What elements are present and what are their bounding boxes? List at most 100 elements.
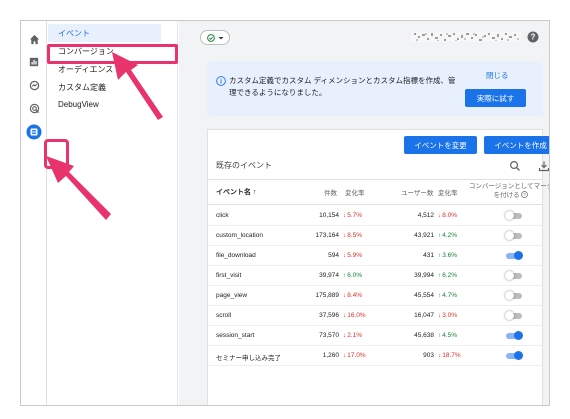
header-count-change[interactable]: 変化率 — [345, 187, 365, 197]
count-change-value: 6.0% — [347, 272, 363, 279]
event-name-cell[interactable]: custom_location — [216, 232, 263, 239]
nav-item-debugview[interactable]: DebugView — [58, 100, 99, 109]
users-cell: 903 — [423, 352, 434, 359]
create-event-button[interactable]: イベントを作成 — [484, 136, 549, 154]
notice-close-link[interactable]: 閉じる — [486, 70, 509, 81]
count-cell: 173,164 — [315, 232, 340, 239]
toggle-knob — [514, 251, 523, 260]
arrow-up-icon: ↑ — [438, 272, 442, 279]
conversion-toggle[interactable] — [505, 291, 522, 300]
main-content: ? カスタム定義でカスタム ディメンションとカスタム指標を作成、管理できるように… — [179, 21, 550, 405]
help-icon[interactable]: ? — [527, 31, 539, 43]
app-window: イベント コンバージョン オーディエンス カスタム定義 DebugView ? … — [20, 20, 550, 406]
count-change-value: 17.0% — [347, 352, 366, 359]
help-icon[interactable]: ? — [521, 191, 529, 198]
try-it-button[interactable]: 実際に試す — [465, 89, 526, 107]
toggle-knob — [514, 331, 523, 340]
svg-text:?: ? — [531, 33, 536, 42]
users-cell: 4,512 — [417, 212, 434, 219]
explore-icon[interactable] — [26, 77, 42, 93]
event-name-cell[interactable]: click — [216, 212, 229, 219]
redacted-account-name — [411, 32, 521, 42]
count-cell: 594 — [328, 252, 339, 259]
conversion-toggle[interactable] — [505, 211, 522, 220]
conversion-toggle[interactable] — [506, 251, 523, 260]
table-row[interactable]: scroll 37,596 ↓ 16.0% 16,047 ↓ 3.0% — [208, 306, 542, 326]
event-name-cell[interactable]: page_view — [216, 292, 247, 299]
header-count[interactable]: 件数 — [324, 187, 337, 197]
header-event-name[interactable]: イベント名 ↑ — [216, 187, 256, 197]
conversion-toggle[interactable] — [505, 271, 522, 280]
status-dropdown[interactable] — [200, 30, 230, 45]
table-row[interactable]: first_visit 39,974 ↑ 6.0% 39,994 ↑ 6.2% — [208, 266, 542, 286]
event-name-cell[interactable]: first_visit — [216, 272, 241, 279]
users-change-value: 6.2% — [442, 272, 458, 279]
count-change-cell: ↓ 5.7% — [343, 212, 362, 219]
event-name-cell[interactable]: file_download — [216, 252, 256, 259]
toggle-knob — [505, 271, 514, 280]
count-cell: 37,596 — [319, 312, 339, 319]
events-nav-highlight — [47, 44, 178, 64]
count-cell: 39,974 — [319, 272, 339, 279]
users-cell: 16,047 — [414, 312, 434, 319]
info-icon — [216, 76, 226, 86]
count-change-cell: ↓ 2.1% — [343, 332, 362, 339]
download-icon[interactable] — [538, 160, 550, 172]
users-change-value: 8.0% — [442, 212, 458, 219]
count-change-cell: ↓ 5.9% — [343, 252, 362, 259]
count-cell: 1,260 — [322, 352, 339, 359]
advertising-icon[interactable] — [26, 100, 42, 116]
count-change-cell: ↓ 17.0% — [343, 352, 366, 359]
conversion-toggle[interactable] — [506, 331, 523, 340]
table-row[interactable]: click 10,154 ↓ 5.7% 4,512 ↓ 8.0% — [208, 206, 542, 226]
users-change-value: 4.7% — [442, 292, 458, 299]
modify-event-button[interactable]: イベントを変更 — [404, 136, 477, 154]
nav-item-events[interactable]: イベント — [58, 28, 90, 39]
nav-item-audiences[interactable]: オーディエンス — [58, 64, 113, 75]
users-cell: 43,921 — [414, 232, 434, 239]
count-cell: 175,889 — [315, 292, 340, 299]
configure-icon[interactable] — [25, 123, 43, 141]
event-name-cell[interactable]: scroll — [216, 312, 231, 319]
table-row[interactable]: page_view 175,889 ↓ 8.4% 45,554 ↑ 4.7% — [208, 286, 542, 306]
count-change-cell: ↓ 8.5% — [343, 232, 362, 239]
arrow-up-icon: ↑ — [438, 332, 442, 339]
users-cell: 45,554 — [414, 292, 434, 299]
header-users-change[interactable]: 変化率 — [438, 187, 458, 197]
conversion-toggle[interactable] — [506, 351, 523, 360]
table-row[interactable]: セミナー申し込み完了 1,260 ↓ 17.0% 903 ↓ 18.7% — [208, 346, 542, 366]
users-change-value: 4.5% — [442, 332, 458, 339]
toggle-knob — [514, 351, 523, 360]
header-divider — [208, 204, 542, 205]
conversion-toggle[interactable] — [505, 311, 522, 320]
count-change-value: 8.4% — [347, 292, 363, 299]
arrow-down-icon: ↓ — [343, 232, 347, 239]
users-cell: 39,994 — [414, 272, 434, 279]
header-conversion: コンバージョンとしてマークを付ける ? — [466, 182, 549, 200]
users-cell: 431 — [423, 252, 434, 259]
users-change-value: 3.0% — [442, 312, 458, 319]
event-name-cell[interactable]: セミナー申し込み完了 — [216, 352, 281, 362]
count-change-value: 2.1% — [347, 332, 363, 339]
arrow-up-icon: ↑ — [343, 272, 347, 279]
users-change-cell: ↑ 4.2% — [438, 232, 457, 239]
users-change-cell: ↓ 3.0% — [438, 312, 457, 319]
table-row[interactable]: file_download 594 ↓ 5.9% 431 ↑ 3.6% — [208, 246, 542, 266]
arrow-down-icon: ↓ — [343, 212, 347, 219]
arrow-down-icon: ↓ — [343, 352, 347, 359]
event-name-cell[interactable]: session_start — [216, 332, 254, 339]
table-row[interactable]: session_start 73,570 ↓ 2.1% 45,638 ↑ 4.5% — [208, 326, 542, 346]
arrow-down-icon: ↓ — [438, 312, 442, 319]
users-change-value: 4.2% — [442, 232, 458, 239]
search-icon[interactable] — [509, 160, 521, 172]
home-icon[interactable] — [26, 31, 42, 47]
conversion-toggle[interactable] — [505, 231, 522, 240]
table-row[interactable]: custom_location 173,164 ↓ 8.5% 43,921 ↑ 4.2% — [208, 226, 542, 246]
reports-icon[interactable] — [26, 54, 42, 70]
arrow-down-icon: ↓ — [343, 252, 347, 259]
header-users[interactable]: ユーザー数 — [401, 187, 433, 197]
nav-item-custom-definitions[interactable]: カスタム定義 — [58, 82, 106, 93]
arrow-down-icon: ↓ — [343, 292, 347, 299]
arrow-up-icon: ↑ — [438, 252, 442, 259]
toggle-knob — [505, 231, 514, 240]
